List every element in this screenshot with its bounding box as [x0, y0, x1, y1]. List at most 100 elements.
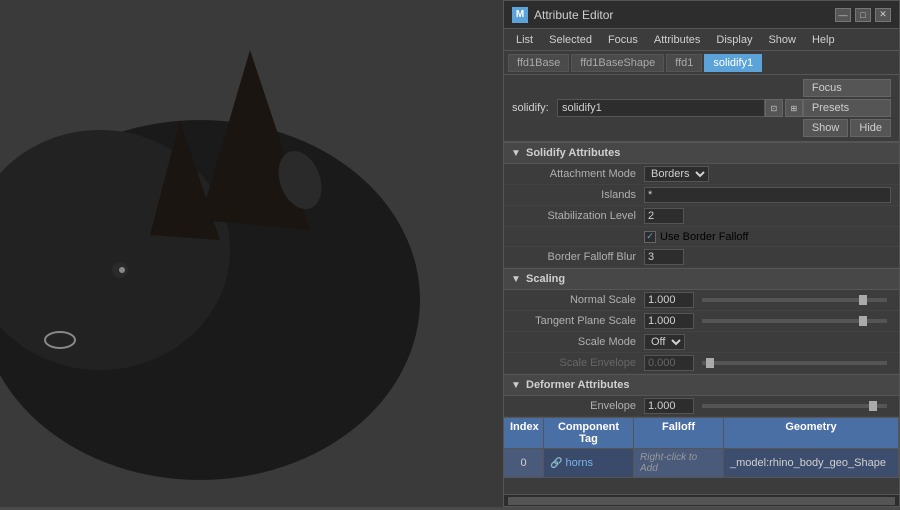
menu-selected[interactable]: Selected [541, 29, 600, 50]
tab-bar: ffd1Base ffd1BaseShape ffd1 solidify1 [504, 51, 899, 75]
tab-ffd1[interactable]: ffd1 [666, 54, 702, 72]
menu-attributes[interactable]: Attributes [646, 29, 708, 50]
focus-presets-group: Focus Presets Show Hide [803, 79, 891, 137]
normal-scale-label: Normal Scale [524, 294, 644, 306]
use-border-falloff-value: ✓ Use Border Falloff [644, 231, 891, 243]
border-falloff-blur-value [644, 249, 891, 265]
menu-help[interactable]: Help [804, 29, 843, 50]
th-geometry: Geometry [724, 418, 899, 448]
use-border-falloff-text: Use Border Falloff [660, 231, 748, 243]
attachment-mode-label: Attachment Mode [524, 168, 644, 180]
menu-focus[interactable]: Focus [600, 29, 646, 50]
tangent-plane-scale-label: Tangent Plane Scale [524, 315, 644, 327]
stabilization-level-input[interactable] [644, 208, 684, 224]
attr-use-border-falloff: ✓ Use Border Falloff [504, 227, 899, 247]
solidify-label: solidify: [512, 102, 557, 114]
scale-envelope-slider[interactable] [702, 361, 887, 365]
islands-label: Islands [524, 189, 644, 201]
scale-envelope-input[interactable] [644, 355, 694, 371]
menu-bar: List Selected Focus Attributes Display S… [504, 29, 899, 51]
attr-scale-envelope: Scale Envelope [504, 353, 899, 374]
menu-list[interactable]: List [508, 29, 541, 50]
envelope-input[interactable] [644, 398, 694, 414]
tangent-plane-scale-thumb [859, 316, 867, 326]
attr-attachment-mode: Attachment Mode Borders [504, 164, 899, 185]
td-falloff[interactable]: Right-click to Add [634, 449, 724, 477]
attr-tangent-plane-scale: Tangent Plane Scale [504, 311, 899, 332]
border-falloff-blur-input[interactable] [644, 249, 684, 265]
table-row[interactable]: 0 🔗 horns Right-click to Add _model:rhin… [504, 449, 899, 478]
solidify-icon-1[interactable]: ⊡ [765, 99, 783, 117]
solidify-icon-2[interactable]: ⊞ [785, 99, 803, 117]
attr-islands: Islands [504, 185, 899, 206]
collapse-arrow-deformer: ▼ [510, 379, 522, 391]
islands-value [644, 187, 891, 203]
attachment-mode-value: Borders [644, 166, 891, 182]
deformer-table: Index Component Tag Falloff Geometry 0 🔗… [504, 417, 899, 478]
scale-envelope-label: Scale Envelope [524, 357, 644, 369]
td-index: 0 [504, 449, 544, 477]
tab-solidify1[interactable]: solidify1 [704, 54, 762, 72]
bottom-scrollbar-area [504, 494, 899, 506]
maximize-button[interactable]: □ [855, 8, 871, 22]
scale-envelope-thumb [706, 358, 714, 368]
stabilization-level-label: Stabilization Level [524, 210, 644, 222]
solidify-icons: ⊡ ⊞ [765, 99, 803, 117]
tangent-plane-scale-input[interactable] [644, 313, 694, 329]
scale-mode-label: Scale Mode [524, 336, 644, 348]
minimize-button[interactable]: — [835, 8, 851, 22]
link-icon: 🔗 [550, 458, 562, 469]
collapse-arrow-solidify: ▼ [510, 147, 522, 159]
islands-input[interactable] [644, 187, 891, 203]
window-title: Attribute Editor [534, 8, 835, 22]
window-controls: — □ ✕ [835, 8, 891, 22]
attribute-editor-window: M Attribute Editor — □ ✕ List Selected F… [503, 0, 900, 507]
attachment-mode-dropdown[interactable]: Borders [644, 166, 709, 182]
attr-normal-scale: Normal Scale [504, 290, 899, 311]
section-solidify-attributes[interactable]: ▼ Solidify Attributes [504, 142, 899, 164]
normal-scale-slider[interactable] [702, 298, 887, 302]
th-component-tag: Component Tag [544, 418, 634, 448]
presets-button[interactable]: Presets [803, 99, 891, 117]
scale-envelope-value [644, 355, 891, 371]
focus-button[interactable]: Focus [803, 79, 891, 97]
stabilization-level-value [644, 208, 891, 224]
use-border-falloff-checkbox[interactable]: ✓ [644, 231, 656, 243]
section-title-scaling: Scaling [526, 273, 565, 285]
show-hide-row: Show Hide [803, 119, 891, 137]
normal-scale-value [644, 292, 891, 308]
solidify-input[interactable] [557, 99, 765, 117]
th-falloff: Falloff [634, 418, 724, 448]
menu-show[interactable]: Show [760, 29, 804, 50]
envelope-value [644, 398, 891, 414]
section-scaling[interactable]: ▼ Scaling [504, 268, 899, 290]
section-title-solidify: Solidify Attributes [526, 147, 620, 159]
content-area[interactable]: ▼ Solidify Attributes Attachment Mode Bo… [504, 142, 899, 494]
close-button[interactable]: ✕ [875, 8, 891, 22]
envelope-thumb [869, 401, 877, 411]
envelope-slider[interactable] [702, 404, 887, 408]
horizontal-scrollbar[interactable] [508, 497, 895, 505]
envelope-label: Envelope [524, 400, 644, 412]
hide-button[interactable]: Hide [850, 119, 891, 137]
td-geometry: _model:rhino_body_geo_Shape [724, 449, 899, 477]
section-deformer-attributes[interactable]: ▼ Deformer Attributes [504, 374, 899, 396]
app-icon: M [512, 7, 528, 23]
section-title-deformer: Deformer Attributes [526, 379, 630, 391]
td-component-tag-text: horns [565, 457, 593, 469]
tangent-plane-scale-slider[interactable] [702, 319, 887, 323]
normal-scale-input[interactable] [644, 292, 694, 308]
collapse-arrow-scaling: ▼ [510, 273, 522, 285]
tab-ffd1base[interactable]: ffd1Base [508, 54, 569, 72]
attr-envelope: Envelope [504, 396, 899, 417]
attr-scale-mode: Scale Mode Off [504, 332, 899, 353]
menu-display[interactable]: Display [708, 29, 760, 50]
solidify-control-row: solidify: ⊡ ⊞ Focus Presets Show Hide [504, 75, 899, 142]
scale-mode-dropdown[interactable]: Off [644, 334, 685, 350]
show-button[interactable]: Show [803, 119, 849, 137]
tangent-plane-scale-value [644, 313, 891, 329]
normal-scale-thumb [859, 295, 867, 305]
border-falloff-blur-label: Border Falloff Blur [524, 251, 644, 263]
tab-ffd1baseshape[interactable]: ffd1BaseShape [571, 54, 664, 72]
title-bar: M Attribute Editor — □ ✕ [504, 1, 899, 29]
